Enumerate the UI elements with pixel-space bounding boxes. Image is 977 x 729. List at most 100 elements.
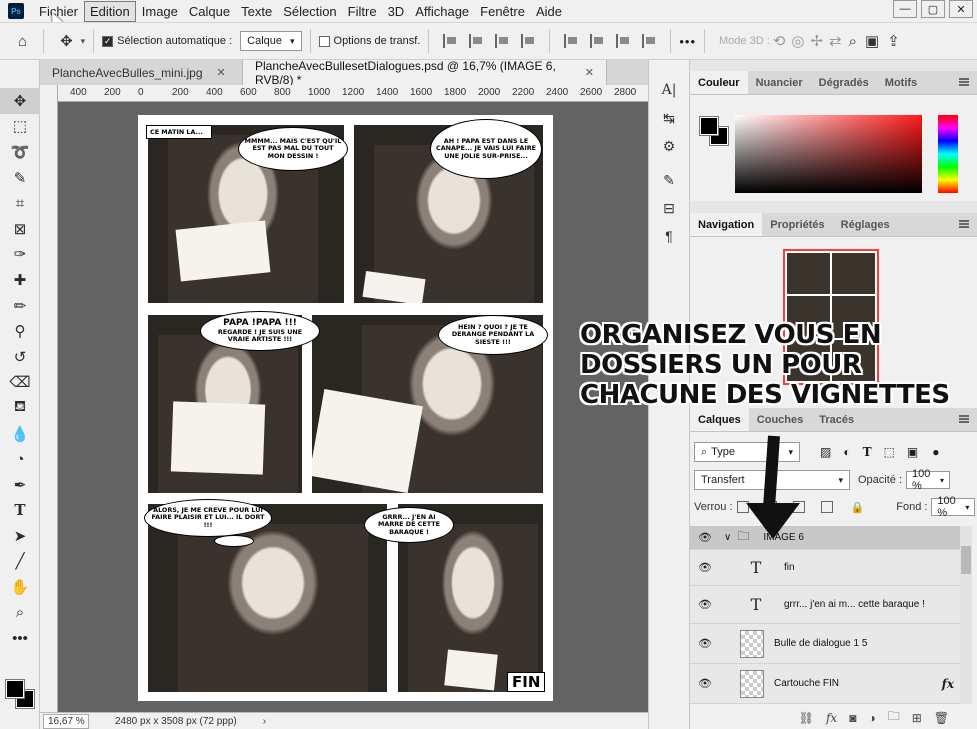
zoom-tool-icon[interactable]: ⌕ — [0, 600, 40, 626]
menu-calque[interactable]: Calque — [184, 2, 235, 21]
quick-select-tool-icon[interactable]: ✎ — [0, 165, 40, 191]
lock-artboard-icon[interactable] — [820, 501, 833, 513]
delete-layer-icon[interactable]: 🗑 — [934, 711, 949, 725]
align-bottom-icon[interactable] — [616, 34, 630, 48]
add-mask-icon[interactable]: ◙ — [849, 711, 856, 725]
layers-scrollbar[interactable] — [960, 526, 972, 704]
layer-row-pixel[interactable]: 👁 Cartouche FIN fx — [690, 664, 960, 704]
visibility-eye-icon[interactable]: 👁 — [690, 561, 720, 574]
opacity-field[interactable]: 100 % ▾ — [906, 468, 951, 492]
filter-pixel-icon[interactable]: ▨ — [820, 445, 831, 459]
filter-smart-object-icon[interactable]: ▣ — [907, 445, 918, 459]
filter-adjustment-icon[interactable]: ◐ — [843, 445, 850, 459]
layer-row-group[interactable]: 👁 ∨ 🗀 IMAGE 6 — [690, 526, 960, 550]
color-field[interactable] — [735, 115, 922, 193]
menu-filtre[interactable]: Filtre — [343, 2, 382, 21]
share-icon[interactable]: ⇪ — [887, 32, 900, 50]
paragraph-panel-icon[interactable]: ¶ — [649, 222, 689, 250]
line-tool-icon[interactable]: ╱ — [0, 549, 40, 575]
pan-3d-icon[interactable]: ✢ — [810, 32, 823, 50]
filter-type-icon[interactable]: T — [863, 445, 872, 459]
layer-effects-icon[interactable]: fx — [942, 677, 954, 691]
brush-tool-icon[interactable]: ✏ — [0, 293, 40, 319]
distribute-icon[interactable] — [521, 34, 535, 48]
frame-tool-icon[interactable]: ⊠ — [0, 216, 40, 242]
type-tool-icon[interactable]: T — [0, 498, 40, 524]
close-icon[interactable]: ✕ — [585, 66, 594, 79]
tab-planche-mini[interactable]: PlancheAvecBulles_mini.jpg ✕ — [40, 60, 243, 85]
close-icon[interactable]: ✕ — [217, 66, 226, 79]
lasso-tool-icon[interactable]: ➰ — [0, 139, 40, 165]
tab-couches[interactable]: Couches — [749, 408, 811, 431]
filter-toggle-icon[interactable]: ● — [932, 445, 939, 459]
menu-aide[interactable]: Aide — [531, 2, 567, 21]
menu-3d[interactable]: 3D — [383, 2, 410, 21]
new-group-icon[interactable]: 🗀 — [888, 707, 900, 728]
new-adjustment-icon[interactable]: ◑ — [868, 711, 875, 725]
chevron-down-icon[interactable]: ∨ — [724, 532, 731, 543]
fill-field[interactable]: 100 % ▾ — [931, 495, 976, 519]
dodge-tool-icon[interactable]: ◔ — [0, 446, 40, 472]
paint-bucket-tool-icon[interactable]: ⛾ — [0, 395, 40, 421]
history-panel-icon[interactable]: ↹ — [649, 104, 689, 132]
tab-couleur[interactable]: Couleur — [690, 71, 748, 94]
tab-planche-psd[interactable]: PlancheAvecBullesetDialogues.psd @ 16,7%… — [243, 59, 607, 87]
blur-tool-icon[interactable]: 💧 — [0, 421, 40, 447]
tab-motifs[interactable]: Motifs — [877, 71, 925, 94]
panel-menu-icon[interactable] — [959, 78, 969, 86]
chevron-right-icon[interactable]: › — [263, 716, 266, 727]
orbit-3d-icon[interactable]: ⟲ — [773, 32, 786, 50]
hue-slider[interactable] — [938, 115, 958, 193]
pen-tool-icon[interactable]: ✒ — [0, 472, 40, 498]
tool-presets-icon[interactable]: ⊟ — [649, 194, 689, 222]
more-tools-icon[interactable]: ••• — [0, 625, 40, 651]
transform-controls-checkbox[interactable] — [318, 35, 330, 47]
align-middle-icon[interactable] — [590, 34, 604, 48]
align-left-icon[interactable] — [443, 34, 457, 48]
visibility-eye-icon[interactable]: 👁 — [690, 637, 720, 650]
search-icon[interactable]: ⌕ — [849, 33, 857, 50]
character-panel-icon[interactable]: A| — [649, 76, 689, 104]
home-icon[interactable]: ⌂ — [18, 33, 27, 50]
brush-settings-icon[interactable]: ✎ — [649, 166, 689, 194]
marquee-tool-icon[interactable]: ⬚ — [0, 114, 40, 140]
layer-row-text[interactable]: 👁 T grrr... j'en ai m... cette baraque ! — [690, 586, 960, 624]
path-selection-tool-icon[interactable]: ➤ — [0, 523, 40, 549]
minimize-icon[interactable]: — — [893, 0, 917, 18]
move-tool-icon[interactable]: ✥ — [0, 88, 40, 114]
menu-fenetre[interactable]: Fenêtre — [475, 2, 530, 21]
slide-3d-icon[interactable]: ⇄ — [829, 32, 842, 50]
menu-selection[interactable]: Sélection — [278, 2, 341, 21]
move-tool-icon[interactable]: ✥ — [60, 32, 73, 50]
layer-row-text[interactable]: 👁 T fin — [690, 550, 960, 586]
filter-shape-icon[interactable]: ⬚ — [884, 445, 895, 459]
scrollbar-thumb[interactable] — [961, 546, 971, 574]
distribute-vertical-icon[interactable] — [642, 34, 656, 48]
foreground-color-swatch[interactable] — [699, 116, 719, 136]
new-layer-icon[interactable]: ⊞ — [912, 711, 922, 725]
hand-tool-icon[interactable]: ✋ — [0, 574, 40, 600]
tab-traces[interactable]: Tracés — [811, 408, 862, 431]
auto-select-checkbox[interactable]: ✓ — [102, 35, 114, 47]
tab-calques[interactable]: Calques — [690, 408, 749, 431]
tab-nuancier[interactable]: Nuancier — [748, 71, 811, 94]
chevron-down-icon[interactable]: ▾ — [81, 36, 86, 47]
layer-row-pixel[interactable]: 👁 Bulle de dialogue 1 5 — [690, 624, 960, 664]
adjust-panel-icon[interactable]: ⚙ — [649, 132, 689, 160]
menu-affichage[interactable]: Affichage — [410, 2, 474, 21]
add-style-icon[interactable]: fx — [826, 711, 837, 725]
tab-degrades[interactable]: Dégradés — [811, 71, 877, 94]
link-layers-icon[interactable]: ⛓ — [799, 711, 814, 725]
menu-texte[interactable]: Texte — [236, 2, 277, 21]
align-center-icon[interactable] — [469, 34, 483, 48]
panel-menu-icon[interactable] — [959, 415, 969, 423]
lock-all-icon[interactable]: 🔒 — [851, 501, 865, 514]
visibility-eye-icon[interactable]: 👁 — [690, 531, 720, 544]
crop-tool-icon[interactable]: ⌗ — [0, 190, 40, 216]
visibility-eye-icon[interactable]: 👁 — [690, 598, 720, 611]
visibility-eye-icon[interactable]: 👁 — [690, 677, 720, 690]
align-right-icon[interactable] — [495, 34, 509, 48]
auto-select-dropdown[interactable]: Calque ▾ — [240, 31, 302, 51]
comic-page[interactable]: CE MATIN LA... MMMM... MAIS C'EST QU'IL … — [138, 115, 553, 701]
tab-navigation[interactable]: Navigation — [690, 213, 763, 236]
